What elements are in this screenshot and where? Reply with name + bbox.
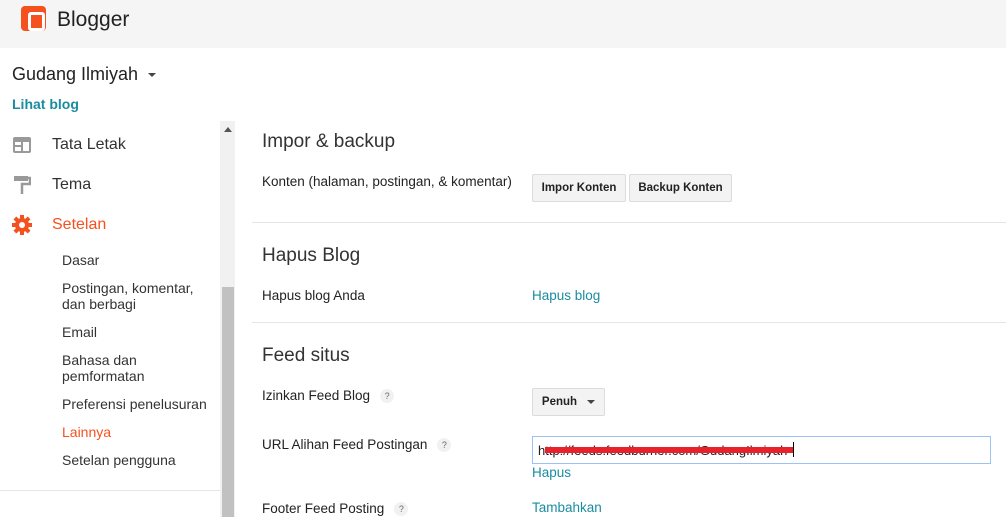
- label-text: Izinkan Feed Blog: [262, 388, 371, 403]
- divider: [252, 322, 1006, 323]
- paint-roller-icon: [0, 175, 52, 195]
- sidebar-item-label: Setelan: [52, 216, 107, 233]
- footer-feed-label: Footer Feed Posting?: [262, 501, 409, 517]
- remove-redirect-link[interactable]: Hapus: [532, 465, 571, 480]
- allow-feed-label: Izinkan Feed Blog?: [262, 388, 395, 404]
- subitem-search-prefs[interactable]: Preferensi penelusuran: [62, 396, 212, 412]
- divider: [0, 490, 220, 491]
- feed-section-title: Feed situs: [262, 345, 350, 366]
- scrollbar-thumb[interactable]: [222, 287, 234, 517]
- sidebar-item-layout[interactable]: Tata Letak: [0, 125, 220, 165]
- subitem-user-settings[interactable]: Setelan pengguna: [62, 452, 212, 468]
- import-section-title: Impor & backup: [262, 131, 396, 152]
- subitem-language[interactable]: Bahasa dan pemformatan: [62, 352, 172, 384]
- delete-section-title: Hapus Blog: [262, 245, 361, 266]
- content-label: Konten (halaman, postingan, & komentar): [262, 174, 512, 189]
- label-text: URL Alihan Feed Postingan: [262, 437, 428, 452]
- sidebar-item-theme[interactable]: Tema: [0, 165, 220, 205]
- allow-feed-dropdown[interactable]: Penuh: [532, 388, 605, 416]
- text-cursor: [793, 442, 794, 457]
- view-blog-link[interactable]: Lihat blog: [12, 96, 79, 112]
- subitem-other[interactable]: Lainnya: [62, 424, 212, 440]
- import-content-button[interactable]: Impor Konten: [532, 174, 626, 202]
- caret-down-icon: [587, 400, 596, 404]
- sidebar-item-label: Tata Letak: [52, 136, 126, 153]
- help-icon[interactable]: ?: [437, 438, 452, 453]
- blogger-logo-icon[interactable]: [21, 6, 46, 31]
- brand-name: Blogger: [57, 8, 130, 31]
- gear-icon: [0, 215, 52, 235]
- subitem-email[interactable]: Email: [62, 324, 212, 340]
- backup-content-button[interactable]: Backup Konten: [629, 174, 732, 202]
- scroll-up-icon[interactable]: [224, 127, 232, 132]
- subitem-posts[interactable]: Postingan, komentar, dan berbagi: [62, 280, 212, 312]
- layout-icon: [0, 137, 52, 153]
- blog-selector[interactable]: Gudang Ilmiyah: [12, 64, 157, 85]
- subitem-basic[interactable]: Dasar: [62, 252, 212, 268]
- blog-name: Gudang Ilmiyah: [12, 64, 139, 84]
- redaction-mark: [545, 447, 793, 453]
- divider: [252, 222, 1006, 223]
- redirect-feed-label: URL Alihan Feed Postingan?: [262, 437, 452, 453]
- delete-blog-label: Hapus blog Anda: [262, 288, 365, 303]
- label-text: Footer Feed Posting: [262, 501, 385, 516]
- help-icon[interactable]: ?: [380, 389, 395, 404]
- sidebar-item-settings[interactable]: Setelan: [0, 205, 220, 245]
- add-footer-link[interactable]: Tambahkan: [532, 500, 602, 515]
- top-bar: Blogger: [0, 0, 1006, 48]
- sidebar-item-label: Tema: [52, 176, 92, 193]
- dropdown-value: Penuh: [541, 396, 578, 408]
- help-icon[interactable]: ?: [394, 502, 409, 517]
- caret-down-icon: [148, 73, 157, 78]
- delete-blog-link[interactable]: Hapus blog: [532, 288, 600, 303]
